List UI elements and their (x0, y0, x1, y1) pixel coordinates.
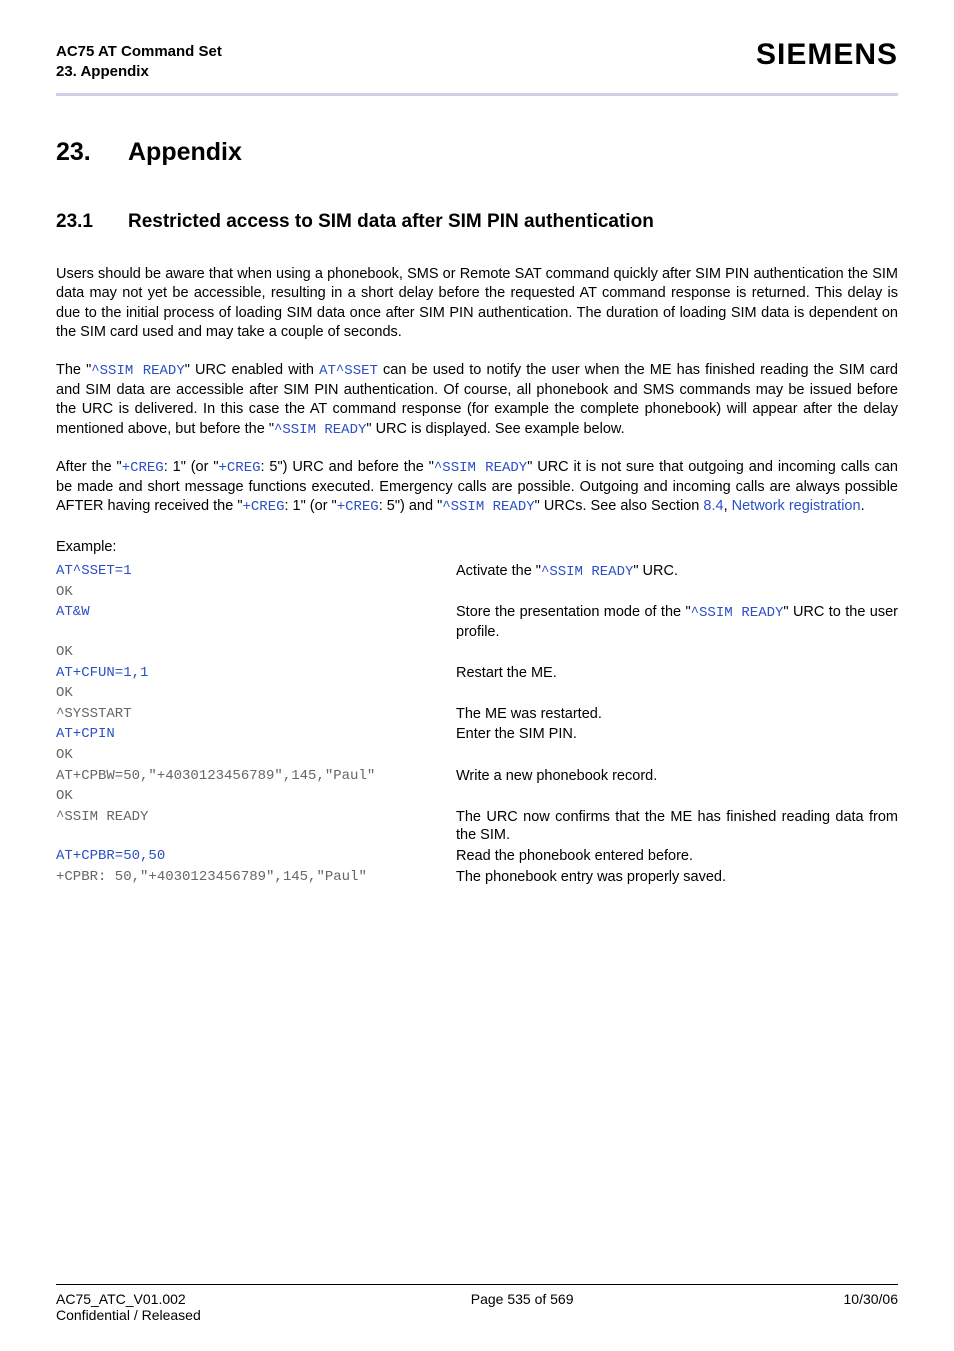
table-row: OK (56, 642, 898, 662)
example-description: Read the phonebook entered before. (456, 846, 898, 867)
example-command: AT+CPBR=50,50 (56, 846, 456, 867)
chapter-number: 23. (56, 138, 128, 167)
doc-title: AC75 AT Command Set (56, 42, 222, 62)
example-description (456, 683, 898, 703)
example-description: The ME was restarted. (456, 704, 898, 725)
footer-page-number: Page 535 of 569 (471, 1291, 574, 1323)
example-command: ^SYSSTART (56, 704, 456, 725)
paragraph-3: After the "+CREG: 1" (or "+CREG: 5") URC… (56, 458, 898, 517)
link-ssim-ready-3[interactable]: ^SSIM READY (434, 460, 527, 476)
example-command: OK (56, 683, 456, 703)
example-description: Activate the "^SSIM READY" URC. (456, 561, 898, 582)
link-inline[interactable]: ^SSIM READY (541, 564, 633, 580)
example-command: OK (56, 582, 456, 602)
link-section-8-4[interactable]: 8.4 (703, 498, 723, 514)
section-heading: 23.1Restricted access to SIM data after … (56, 211, 898, 233)
example-label: Example: (56, 539, 898, 555)
example-description: Write a new phonebook record. (456, 766, 898, 787)
table-row: AT+CPBW=50,"+4030123456789",145,"Paul"Wr… (56, 766, 898, 787)
link-ssim-ready[interactable]: ^SSIM READY (91, 363, 185, 379)
table-row: AT^SSET=1Activate the "^SSIM READY" URC. (56, 561, 898, 582)
link-inline[interactable]: ^SSIM READY (691, 605, 784, 621)
example-command: OK (56, 786, 456, 806)
example-description: The phonebook entry was properly saved. (456, 867, 898, 888)
page-footer: AC75_ATC_V01.002 Confidential / Released… (56, 1284, 898, 1351)
doc-subtitle: 23. Appendix (56, 62, 222, 82)
table-row: AT&WStore the presentation mode of the "… (56, 602, 898, 642)
link-creg-4[interactable]: +CREG (337, 499, 379, 515)
example-table: AT^SSET=1Activate the "^SSIM READY" URC.… (56, 561, 898, 888)
example-command: AT+CFUN=1,1 (56, 663, 456, 684)
example-description: Store the presentation mode of the "^SSI… (456, 602, 898, 642)
chapter-heading: 23.Appendix (56, 138, 898, 167)
example-description (456, 745, 898, 765)
link-creg-1[interactable]: +CREG (122, 460, 164, 476)
section-number: 23.1 (56, 211, 128, 233)
section-title: Restricted access to SIM data after SIM … (128, 211, 654, 232)
table-row: AT+CPBR=50,50Read the phonebook entered … (56, 846, 898, 867)
example-description: Restart the ME. (456, 663, 898, 684)
example-description (456, 642, 898, 662)
table-row: +CPBR: 50,"+4030123456789",145,"Paul"The… (56, 867, 898, 888)
table-row: ^SSIM READYThe URC now confirms that the… (56, 807, 898, 847)
example-command: AT^SSET=1 (56, 561, 456, 582)
paragraph-1: Users should be aware that when using a … (56, 265, 898, 343)
table-row: OK (56, 745, 898, 765)
link-ssim-ready-4[interactable]: ^SSIM READY (442, 499, 534, 515)
table-row: OK (56, 582, 898, 602)
link-creg-2[interactable]: +CREG (218, 460, 260, 476)
table-row: ^SYSSTARTThe ME was restarted. (56, 704, 898, 725)
example-description (456, 582, 898, 602)
example-command: OK (56, 745, 456, 765)
footer-date: 10/30/06 (844, 1291, 899, 1323)
page-header: AC75 AT Command Set 23. Appendix SIEMENS (56, 42, 898, 83)
table-row: OK (56, 786, 898, 806)
example-command: AT+CPIN (56, 724, 456, 745)
brand-logo: SIEMENS (756, 38, 898, 72)
footer-confidential: Confidential / Released (56, 1307, 201, 1323)
example-command: OK (56, 642, 456, 662)
header-divider (56, 93, 898, 96)
example-description (456, 786, 898, 806)
chapter-title: Appendix (128, 138, 242, 166)
example-description: Enter the SIM PIN. (456, 724, 898, 745)
link-at-sset[interactable]: AT^SSET (319, 363, 378, 379)
table-row: OK (56, 683, 898, 703)
link-creg-3[interactable]: +CREG (242, 499, 284, 515)
link-network-registration[interactable]: Network registration (732, 498, 861, 514)
footer-doc-id: AC75_ATC_V01.002 (56, 1291, 201, 1307)
example-command: ^SSIM READY (56, 807, 456, 847)
table-row: AT+CPINEnter the SIM PIN. (56, 724, 898, 745)
example-command: AT&W (56, 602, 456, 642)
example-command: +CPBR: 50,"+4030123456789",145,"Paul" (56, 867, 456, 888)
table-row: AT+CFUN=1,1Restart the ME. (56, 663, 898, 684)
example-command: AT+CPBW=50,"+4030123456789",145,"Paul" (56, 766, 456, 787)
paragraph-2: The "^SSIM READY" URC enabled with AT^SS… (56, 361, 898, 440)
link-ssim-ready-2[interactable]: ^SSIM READY (274, 422, 366, 438)
example-description: The URC now confirms that the ME has fin… (456, 807, 898, 847)
